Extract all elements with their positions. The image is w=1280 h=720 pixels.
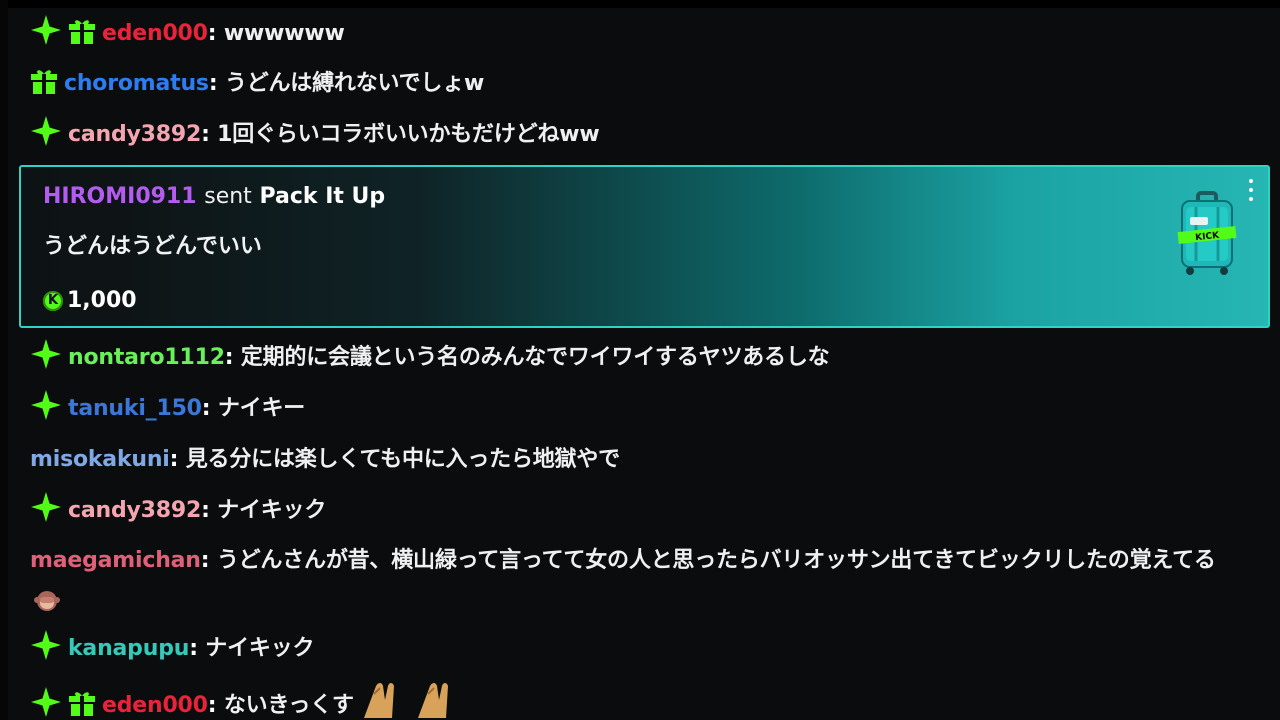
sparkle-badge-icon [30, 338, 62, 370]
username-colon: : [207, 21, 224, 46]
gift-card-header: HIROMI0911 sent Pack It Up [43, 181, 385, 213]
username-colon: : [224, 345, 241, 370]
message-text: 定期的に会議という名のみんなでワイワイするヤツあるしな [240, 345, 830, 370]
chat-message[interactable]: nontaro1112: 定期的に会議という名のみんなでワイワイするヤツあるしな [30, 338, 1244, 378]
message-text: ないきっくす [223, 693, 354, 718]
message-text: 1回ぐらいコラボいいかもだけどねww [217, 122, 600, 147]
chat-message[interactable]: kanapupu: ナイキック [30, 629, 1244, 669]
username-colon: : [189, 636, 206, 661]
sparkle-badge-icon [30, 14, 62, 46]
gift-badge-icon [30, 68, 58, 96]
message-text: ナイキック [217, 498, 327, 523]
chat-window: eden000: wwwwww choromatus: うどんは縛れないでしょw… [0, 0, 1280, 720]
gift-amount: 1,000 [67, 288, 137, 313]
gift-sent-label: sent [204, 184, 252, 209]
message-text: 見る分には楽しくても中に入ったら地獄やで [185, 447, 620, 472]
username[interactable]: nontaro1112 [68, 345, 225, 370]
chat-message[interactable]: candy3892: ナイキック [30, 491, 1244, 531]
message-text: wwwwww [223, 21, 345, 46]
kick-coin-icon: K [43, 291, 63, 311]
chat-message[interactable]: choromatus: うどんは縛れないでしょw [30, 64, 1244, 104]
username-colon: : [169, 447, 186, 472]
chat-message[interactable]: eden000: wwwwww [30, 14, 1244, 54]
sparkle-badge-icon [30, 686, 62, 718]
gift-sender-username[interactable]: HIROMI0911 [43, 184, 197, 209]
username-colon: : [208, 71, 225, 96]
username[interactable]: kanapupu [68, 636, 189, 661]
message-text: うどんは縛れないでしょw [224, 71, 485, 96]
username[interactable]: candy3892 [68, 122, 201, 147]
sparkle-badge-icon [30, 491, 62, 523]
username-colon: : [201, 396, 218, 421]
chat-message[interactable]: misokakuni: 見る分には楽しくても中に入ったら地獄やで [30, 440, 1244, 480]
gift-message: うどんはうどんでいい [43, 234, 262, 259]
sparkle-badge-icon [30, 115, 62, 147]
chat-message[interactable]: candy3892: 1回ぐらいコラボいいかもだけどねww [30, 115, 1244, 155]
username[interactable]: candy3892 [68, 498, 201, 523]
username-colon: : [207, 693, 224, 718]
username[interactable]: tanuki_150 [68, 396, 202, 421]
chat-message[interactable]: maegamichan: うどんさんが昔、横山緑って言ってて女の人と思ったらバリ… [30, 542, 1244, 626]
sparkle-badge-icon [30, 629, 62, 661]
username[interactable]: maegamichan [30, 548, 201, 573]
kick-suitcase-icon: KICK [1176, 191, 1238, 279]
chat-message[interactable]: eden000: ないきっくす [30, 680, 1244, 720]
username[interactable]: misokakuni [30, 447, 170, 472]
sparkle-badge-icon [30, 389, 62, 421]
message-text: うどんさんが昔、横山緑って言ってて女の人と思ったらバリオッサン出てきてビックリし… [216, 548, 1216, 573]
gift-amount-row: K 1,000 [43, 285, 137, 317]
message-text: ナイキー [217, 396, 306, 421]
gift-badge-icon [68, 690, 96, 718]
message-text: ナイキック [205, 636, 315, 661]
username-colon: : [200, 548, 217, 573]
chat-message-list[interactable]: eden000: wwwwww choromatus: うどんは縛れないでしょw… [0, 0, 1280, 720]
chat-message[interactable]: tanuki_150: ナイキー [30, 389, 1244, 429]
username[interactable]: choromatus [64, 71, 209, 96]
gift-badge-icon [68, 18, 96, 46]
gift-name: Pack It Up [259, 184, 386, 209]
praying-hands-icon [358, 680, 462, 720]
more-options-icon[interactable] [1248, 179, 1254, 201]
see-no-evil-monkey-icon [34, 588, 60, 626]
gift-highlight-card[interactable]: HIROMI0911 sent Pack It Up うどんはうどんでいい K … [19, 165, 1270, 328]
username-colon: : [201, 498, 218, 523]
username[interactable]: eden000 [102, 693, 208, 718]
username[interactable]: eden000 [102, 21, 208, 46]
username-colon: : [201, 122, 218, 147]
